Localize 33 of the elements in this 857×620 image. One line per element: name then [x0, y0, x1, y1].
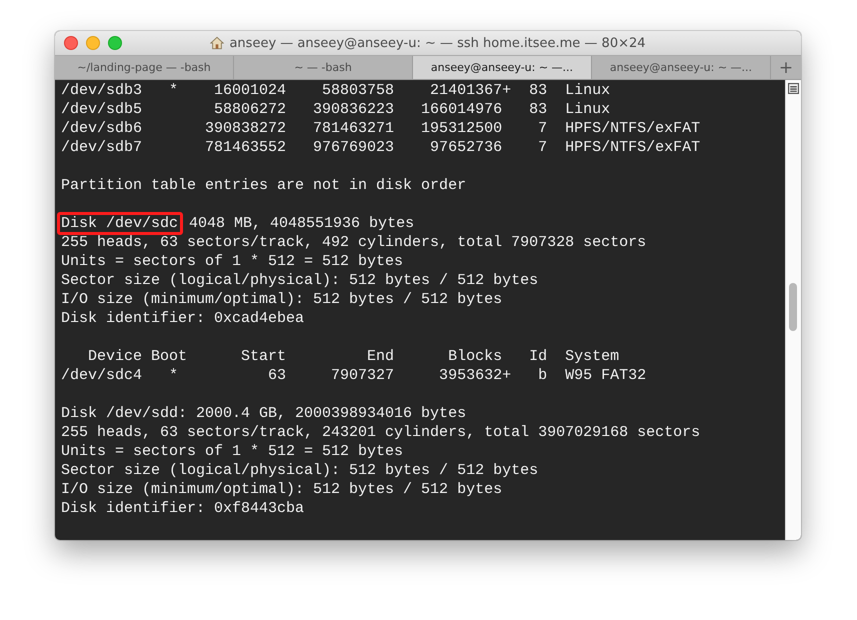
terminal-line: Disk identifier: 0xcad4ebea — [61, 310, 304, 327]
tab[interactable]: anseey@anseey-u: ~ —... — [592, 56, 771, 79]
tab[interactable]: ~/landing-page — -bash — [55, 56, 234, 79]
terminal-line: /dev/sdc4 * 63 7907327 3953632+ b W95 FAT32 — [61, 367, 646, 384]
zoom-button[interactable] — [108, 36, 122, 50]
terminal-line: I/O size (minimum/optimal): 512 bytes / 512 bytes — [61, 481, 502, 498]
terminal-line: /dev/sdb6 390838272 781463271 195312500 7 HPFS/NTFS/exFAT — [61, 120, 700, 137]
terminal-line: /dev/sdb7 781463552 976769023 97652736 7 HPFS/NTFS/exFAT — [61, 139, 700, 156]
new-tab-button[interactable]: + — [771, 56, 801, 79]
terminal-line: Disk /dev/sdd: 2000.4 GB, 2000398934016 bytes — [61, 405, 466, 422]
tab[interactable]: ~ — -bash — [234, 56, 413, 79]
terminal-line: /dev/sdb3 * 16001024 58803758 21401367+ 83 Linux — [61, 82, 610, 99]
terminal-line: Device Boot Start End Blocks Id System — [87, 348, 620, 365]
terminal-line: 255 heads, 63 sectors/track, 243201 cylinders, total 3907029168 sectors — [61, 424, 700, 441]
terminal-line: Disk identifier: 0xf8443cba — [61, 500, 304, 517]
terminal-line: Sector size (logical/physical): 512 bytes / 512 bytes — [61, 462, 538, 479]
terminal-line: Units = sectors of 1 * 512 = 512 bytes — [61, 253, 404, 270]
terminal-line: Partition table entries are not in disk order — [61, 177, 466, 194]
window-title: anseey — anseey@anseey-u: ~ — ssh home.itsee.me — 80×24 — [229, 36, 646, 50]
scrollbar-thumb[interactable] — [789, 283, 797, 331]
minimize-button[interactable] — [86, 36, 100, 50]
terminal-line: Units = sectors of 1 * 512 = 512 bytes — [61, 443, 404, 460]
highlighted-text: Disk /dev/sdc — [57, 212, 184, 235]
terminal-line: Sector size (logical/physical): 512 bytes / 512 bytes — [61, 272, 538, 289]
tab[interactable]: anseey@anseey-u: ~ —... — [413, 56, 592, 79]
close-button[interactable] — [64, 36, 78, 50]
terminal-line: 4048 MB, 4048551936 bytes — [189, 215, 414, 232]
terminal-line: I/O size (minimum/optimal): 512 bytes / 512 bytes — [61, 291, 502, 308]
scrollbar[interactable] — [785, 80, 801, 540]
house-icon — [210, 36, 224, 50]
terminal-line: 255 heads, 63 sectors/track, 492 cylinders, total 7907328 sectors — [61, 234, 646, 251]
terminal-line: /dev/sdb5 58806272 390836223 166014976 83 Linux — [61, 101, 610, 118]
menu-icon[interactable] — [788, 83, 799, 94]
